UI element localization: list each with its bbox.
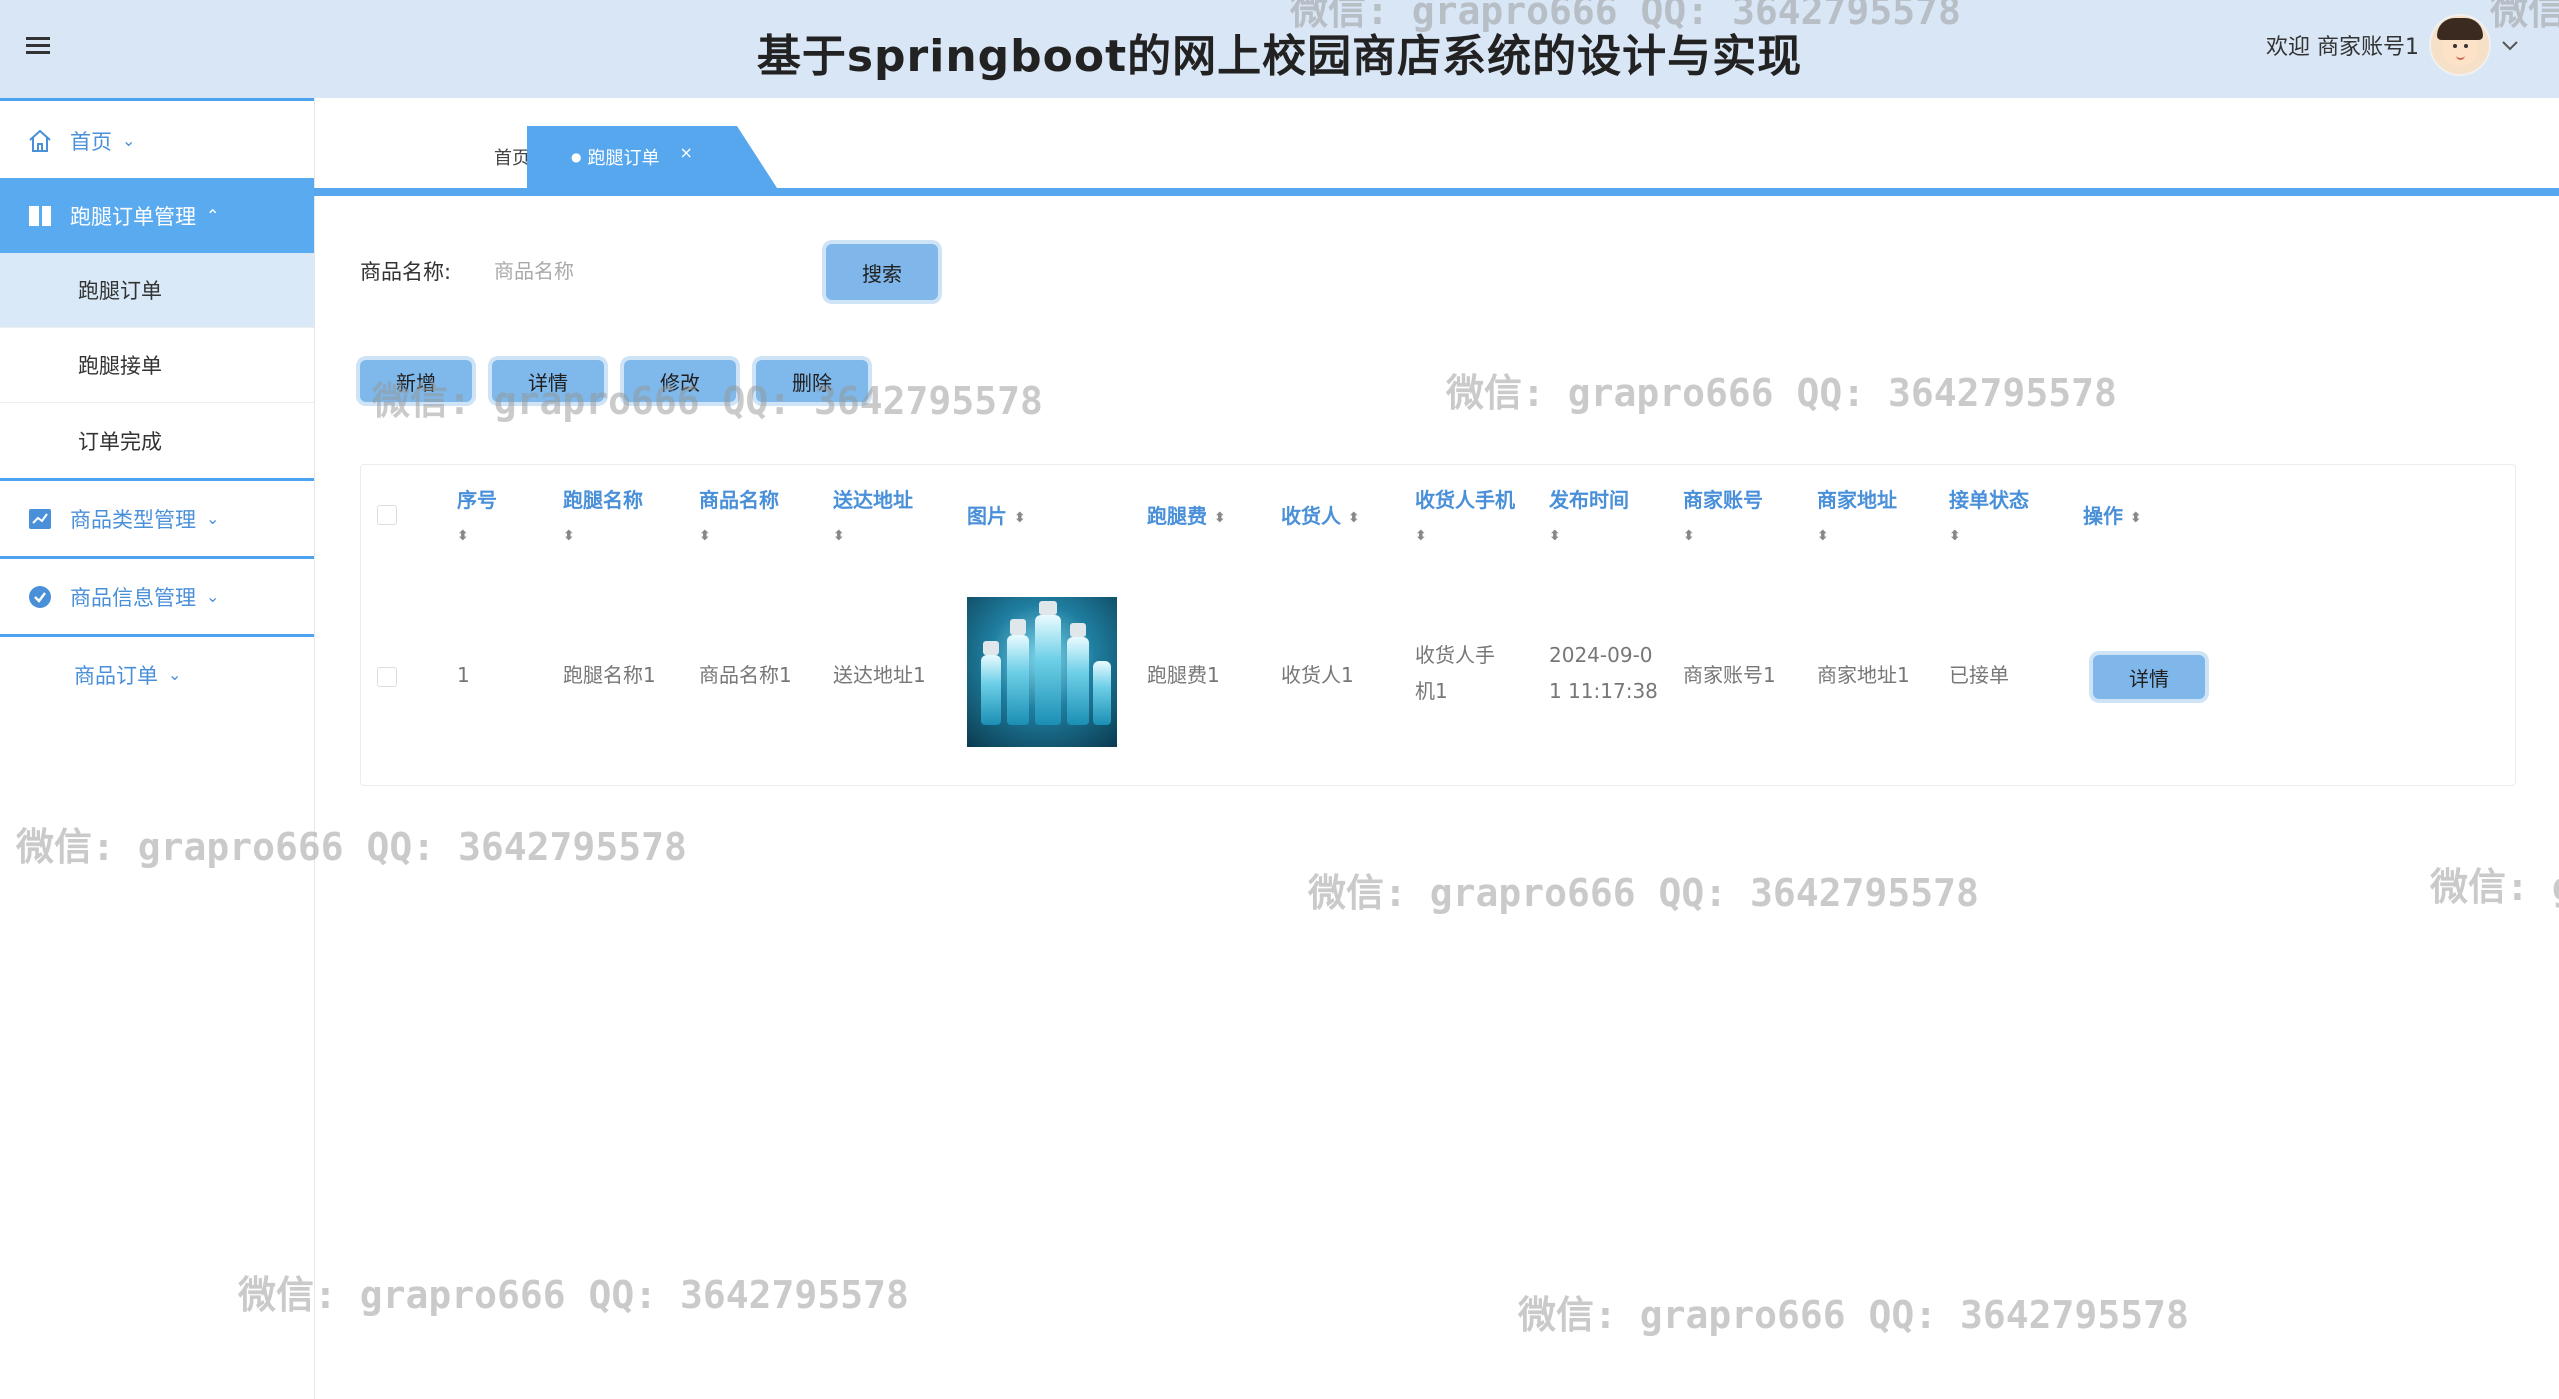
divider <box>0 98 314 101</box>
product-image[interactable] <box>967 597 1117 747</box>
cell-fee: 跑腿费1 <box>1147 663 1220 687</box>
watermark: 微信: grapro666 QQ: 3642795578 <box>1518 1293 2189 1337</box>
cell-errand-name: 跑腿名称1 <box>563 663 656 687</box>
search-button[interactable]: 搜索 <box>826 244 938 300</box>
detail-button[interactable]: 详情 <box>492 360 604 402</box>
cell-receiver-phone: 收货人手 机1 <box>1415 643 1495 703</box>
tab-dot-icon: ● <box>571 150 582 164</box>
chevron-down-icon: ⌄ <box>206 509 220 528</box>
home-icon <box>26 127 54 155</box>
sort-icon: ⬍ <box>833 527 845 544</box>
column-header[interactable]: 收货人手机 ⬍ <box>1415 483 1515 551</box>
watermark: 微信: grapro666 QQ: 3642795578 <box>1308 871 1979 915</box>
avatar[interactable] <box>2429 14 2491 76</box>
sort-icon: ⬍ <box>1949 527 1961 544</box>
sidebar-item-product-orders[interactable]: 商品订单 ⌄ <box>0 637 314 712</box>
sort-icon: ⬍ <box>1013 509 1026 526</box>
chevron-down-icon: ⌄ <box>122 131 136 150</box>
sidebar-subitem-order-complete[interactable]: 订单完成 <box>0 403 314 478</box>
welcome-text: 欢迎 商家账号1 <box>2266 35 2419 60</box>
sidebar-item-label: 首页 <box>70 129 112 154</box>
search-label: 商品名称: <box>360 260 452 284</box>
row-detail-button[interactable]: 详情 <box>2093 655 2205 699</box>
tab-bar: 首页 ● 跑腿订单 × <box>314 126 2559 188</box>
watermark: 微信: grapro666 QQ: 3642795578 <box>238 1273 909 1317</box>
row-checkbox[interactable] <box>377 667 397 687</box>
data-table: 序号 ⬍ 跑腿名称 ⬍ 商品名称 ⬍ 送达地址 ⬍ 图片 ⬍ 跑腿费 ⬍ 收货人 ⬍ 收… <box>360 464 2516 786</box>
column-header[interactable]: 商家账号 ⬍ <box>1683 483 1763 551</box>
sort-icon: ⬍ <box>1549 527 1561 544</box>
top-header: 基于springboot的网上校园商店系统的设计与实现 欢迎 商家账号1 <box>0 0 2559 98</box>
sidebar-item-home[interactable]: 首页 ⌄ <box>0 103 314 178</box>
column-header[interactable]: 跑腿费 ⬍ <box>1147 499 1226 533</box>
cell-product-name: 商品名称1 <box>699 663 792 687</box>
chevron-up-icon: ⌃ <box>206 206 220 225</box>
sidebar: 首页 ⌄ 跑腿订单管理 ⌃ 跑腿订单 跑腿接单 订单完成 商品类型管理 ⌄ 商品… <box>0 98 315 1399</box>
sidebar-subitem-label: 订单完成 <box>78 429 162 454</box>
column-header[interactable]: 跑腿名称 ⬍ <box>563 483 643 551</box>
sort-icon: ⬍ <box>1817 527 1829 544</box>
sidebar-subitem-label: 跑腿订单 <box>78 279 162 303</box>
sort-icon: ⬍ <box>563 527 575 544</box>
cell-merchant-account: 商家账号1 <box>1683 663 1776 687</box>
column-header[interactable]: 发布时间 ⬍ <box>1549 483 1629 551</box>
sidebar-item-product-info[interactable]: 商品信息管理 ⌄ <box>0 559 314 634</box>
sidebar-item-errand-orders[interactable]: 跑腿订单管理 ⌃ <box>0 178 314 253</box>
select-all-checkbox[interactable] <box>377 505 397 525</box>
edit-button[interactable]: 修改 <box>624 360 736 402</box>
columns-icon <box>26 202 54 230</box>
sidebar-item-product-type[interactable]: 商品类型管理 ⌄ <box>0 481 314 556</box>
search-input[interactable] <box>478 244 816 298</box>
sort-icon: ⬍ <box>1683 527 1695 544</box>
cell-address: 送达地址1 <box>833 663 926 687</box>
chevron-down-icon: ⌄ <box>168 665 182 684</box>
tab-underline <box>314 188 2559 196</box>
sidebar-subitem-errand-accept[interactable]: 跑腿接单 <box>0 328 314 403</box>
sidebar-item-label: 跑腿订单管理 <box>70 204 196 229</box>
cell-status: 已接单 <box>1949 663 2009 687</box>
sidebar-item-label: 商品类型管理 <box>70 507 196 532</box>
tab-label: 跑腿订单 <box>587 148 660 169</box>
sidebar-subitem-label: 跑腿接单 <box>78 354 162 378</box>
delete-button[interactable]: 删除 <box>756 360 868 402</box>
column-header[interactable]: 序号 ⬍ <box>457 483 497 551</box>
sidebar-item-label: 商品信息管理 <box>70 585 196 610</box>
chevron-down-icon[interactable] <box>2501 33 2519 57</box>
column-header[interactable]: 接单状态 ⬍ <box>1949 483 2029 551</box>
watermark: 微信: grapro666 QQ: 3642795578 <box>1446 371 2117 415</box>
sort-icon: ⬍ <box>457 527 469 544</box>
sidebar-item-label: 商品订单 <box>74 663 158 688</box>
cell-receiver: 收货人1 <box>1281 663 1354 687</box>
tab-errand-order[interactable]: ● 跑腿订单 × <box>527 126 777 188</box>
column-header[interactable]: 商家地址 ⬍ <box>1817 483 1897 551</box>
chevron-down-icon: ⌄ <box>206 587 220 606</box>
close-icon[interactable]: × <box>680 143 693 162</box>
cell-merchant-address: 商家地址1 <box>1817 663 1910 687</box>
add-button[interactable]: 新增 <box>360 360 472 402</box>
sort-icon: ⬍ <box>699 527 711 544</box>
cell-index: 1 <box>457 663 470 687</box>
column-header[interactable]: 图片 ⬍ <box>967 499 1026 533</box>
cell-publish-time: 2024-09-0 1 11:17:38 <box>1549 643 1658 703</box>
sort-icon: ⬍ <box>1347 509 1360 526</box>
sort-icon: ⬍ <box>2129 509 2142 526</box>
column-header[interactable]: 商品名称 ⬍ <box>699 483 779 551</box>
column-header[interactable]: 送达地址 ⬍ <box>833 483 913 551</box>
chart-icon <box>26 505 54 533</box>
watermark: 微信: grapro666 QQ: 3642795578 <box>2430 865 2559 909</box>
column-header[interactable]: 操作 ⬍ <box>2083 499 2142 533</box>
sort-icon: ⬍ <box>1213 509 1226 526</box>
sidebar-subitem-errand-order[interactable]: 跑腿订单 <box>0 253 314 328</box>
sort-icon: ⬍ <box>1415 527 1427 544</box>
check-circle-icon <box>26 583 54 611</box>
user-menu[interactable]: 欢迎 商家账号1 <box>2266 14 2519 76</box>
app-title: 基于springboot的网上校园商店系统的设计与实现 <box>756 31 1803 82</box>
column-header[interactable]: 收货人 ⬍ <box>1281 499 1360 533</box>
